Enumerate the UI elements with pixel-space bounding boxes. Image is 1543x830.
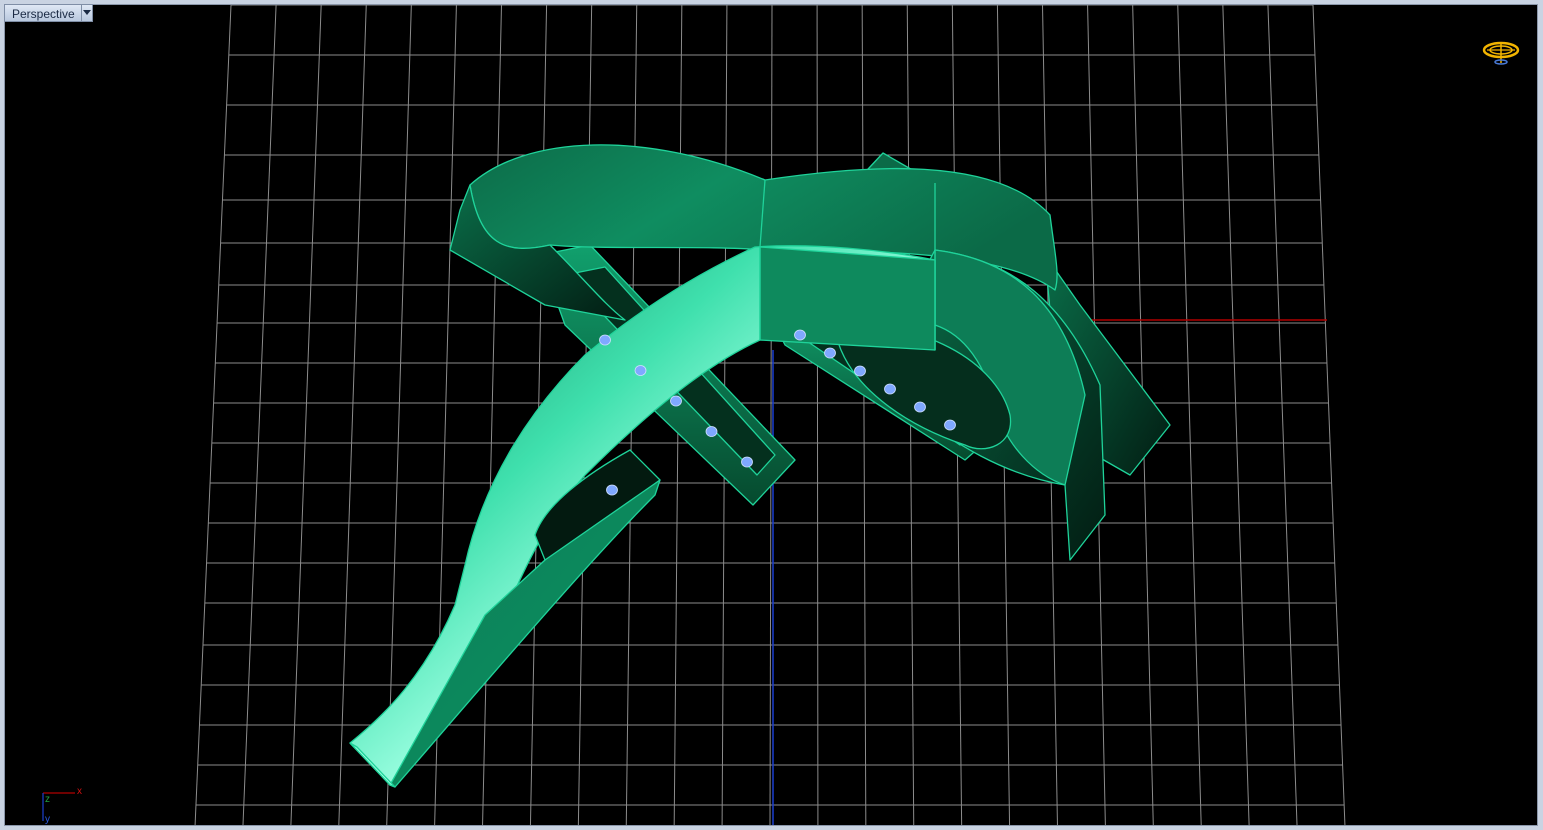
gem-stone	[606, 484, 618, 496]
model-arch-right	[759, 246, 936, 351]
gem-stone	[599, 334, 611, 346]
gem-stone	[944, 419, 956, 431]
gem-stone	[794, 329, 806, 341]
axis-indicator: x z y	[39, 785, 89, 825]
grid-line-vertical	[861, 5, 867, 825]
axis-indicator-z-label: z	[45, 794, 50, 805]
grid-line-vertical	[194, 5, 232, 825]
viewport-title-tab[interactable]: Perspective	[4, 4, 93, 22]
grid-line-vertical	[338, 5, 367, 825]
gumball-widget-icon[interactable]	[1481, 37, 1521, 69]
grid-line-vertical	[769, 5, 773, 825]
ring-model[interactable]	[349, 144, 1171, 788]
gem-stone	[705, 426, 718, 437]
perspective-viewport[interactable]: x z y	[4, 4, 1538, 826]
gem-stone	[670, 395, 682, 407]
gem-stone	[741, 456, 753, 468]
grid-line-vertical	[242, 5, 277, 825]
axis-indicator-y-label: y	[45, 814, 50, 825]
grid-line-vertical	[1177, 5, 1202, 825]
grid-line-vertical	[816, 5, 819, 825]
grid-line-vertical	[1312, 5, 1346, 825]
chevron-down-icon[interactable]	[80, 4, 93, 22]
gem-stone	[854, 365, 866, 377]
gem-stone	[634, 365, 647, 376]
grid-line-vertical	[290, 5, 322, 825]
grid-line-vertical	[1222, 5, 1250, 825]
viewport-title-label[interactable]: Perspective	[4, 4, 81, 22]
gem-stone	[884, 383, 896, 395]
scene-canvas[interactable]	[5, 5, 1538, 826]
gem-stone	[914, 401, 926, 413]
axis-indicator-x-label: x	[77, 786, 82, 797]
viewport-frame: x z y Perspective	[0, 0, 1543, 830]
grid-line-vertical	[482, 5, 502, 825]
construction-grid	[194, 5, 1346, 825]
grid-line-vertical	[1267, 5, 1298, 825]
gem-stone	[824, 347, 836, 359]
